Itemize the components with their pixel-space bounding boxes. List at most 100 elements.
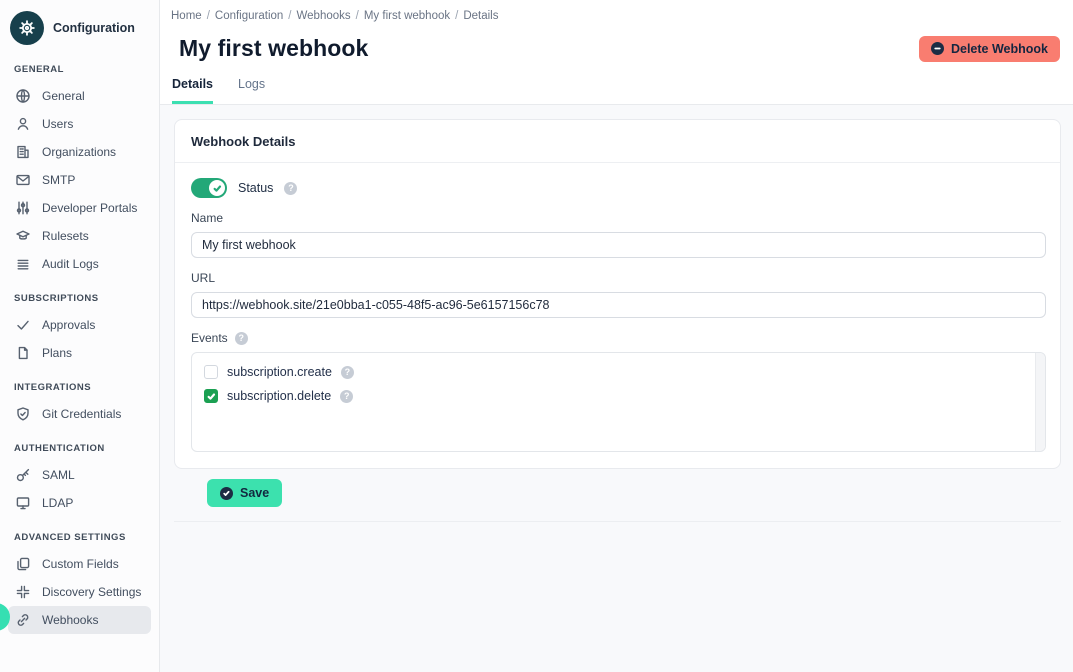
sidebar-item-rulesets[interactable]: Rulesets	[8, 222, 151, 250]
organizations-icon	[15, 144, 31, 160]
webhook-details-card: Webhook Details Status ? Name URL	[174, 119, 1061, 469]
breadcrumb-webhook-name[interactable]: My first webhook	[364, 10, 450, 22]
name-input[interactable]	[191, 232, 1046, 258]
status-toggle[interactable]	[191, 178, 227, 198]
discovery-settings-collapse-icon	[15, 584, 31, 600]
sidebar-item-discovery-settings[interactable]: Discovery Settings	[8, 578, 151, 606]
breadcrumb-separator: /	[455, 10, 458, 22]
breadcrumb-home[interactable]: Home	[171, 10, 202, 22]
sidebar-item-users[interactable]: Users	[8, 110, 151, 138]
sidebar-item-smtp[interactable]: SMTP	[8, 166, 151, 194]
form-footer: Save	[174, 469, 1061, 522]
delete-webhook-label: Delete Webhook	[951, 42, 1048, 56]
tab-content: Webhook Details Status ? Name URL	[160, 105, 1073, 522]
rulesets-icon	[15, 228, 31, 244]
ldap-monitor-icon	[15, 495, 31, 511]
status-row: Status ?	[191, 178, 1046, 198]
events-help-icon[interactable]: ?	[235, 332, 248, 345]
sidebar: Configuration GENERAL General Users Orga…	[0, 0, 160, 672]
breadcrumb-separator: /	[288, 10, 291, 22]
name-label-text: Name	[191, 211, 223, 225]
users-icon	[15, 116, 31, 132]
events-field-label: Events ?	[191, 331, 1046, 345]
toggle-knob	[209, 180, 225, 196]
breadcrumb-separator: /	[356, 10, 359, 22]
sidebar-item-label: Custom Fields	[42, 557, 119, 571]
events-label-text: Events	[191, 331, 228, 345]
sidebar-item-custom-fields[interactable]: Custom Fields	[8, 550, 151, 578]
event-option-row: subscription.delete ?	[192, 384, 1045, 408]
section-label-integrations: INTEGRATIONS	[14, 382, 145, 393]
breadcrumb-details: Details	[463, 10, 498, 22]
minus-circle-icon	[931, 42, 944, 55]
sidebar-item-label: LDAP	[42, 496, 73, 510]
section-label-subscriptions: SUBSCRIPTIONS	[14, 293, 145, 304]
subscription-delete-checkbox[interactable]	[204, 389, 218, 403]
event-option-label: subscription.delete	[227, 389, 331, 403]
subscription-create-checkbox[interactable]	[204, 365, 218, 379]
sidebar-item-general[interactable]: General	[8, 82, 151, 110]
save-button[interactable]: Save	[207, 479, 282, 507]
sidebar-item-git-credentials[interactable]: Git Credentials	[8, 400, 151, 428]
sidebar-item-label: SMTP	[42, 173, 75, 187]
event-option-row: subscription.create ?	[192, 360, 1045, 384]
event-option-label: subscription.create	[227, 365, 332, 379]
app-title: Configuration	[53, 21, 135, 35]
status-help-icon[interactable]: ?	[284, 182, 297, 195]
sidebar-item-label: Discovery Settings	[42, 585, 141, 599]
sidebar-item-label: Plans	[42, 346, 72, 360]
event-help-icon[interactable]: ?	[340, 390, 353, 403]
tab-logs[interactable]: Logs	[238, 77, 265, 104]
check-circle-icon	[220, 487, 233, 500]
sidebar-item-label: SAML	[42, 468, 75, 482]
breadcrumb-separator: /	[207, 10, 210, 22]
main-area: Home / Configuration / Webhooks / My fir…	[160, 0, 1073, 672]
smtp-mail-icon	[15, 172, 31, 188]
sidebar-item-developer-portals[interactable]: Developer Portals	[8, 194, 151, 222]
configuration-logo	[10, 11, 44, 45]
plans-icon	[15, 345, 31, 361]
sidebar-item-approvals[interactable]: Approvals	[8, 311, 151, 339]
approvals-check-icon	[15, 317, 31, 333]
developer-portals-sliders-icon	[15, 200, 31, 216]
sidebar-item-saml[interactable]: SAML	[8, 461, 151, 489]
sidebar-item-organizations[interactable]: Organizations	[8, 138, 151, 166]
card-title: Webhook Details	[175, 120, 1060, 163]
url-field-label: URL	[191, 271, 1046, 285]
sidebar-item-plans[interactable]: Plans	[8, 339, 151, 367]
section-label-authentication: AUTHENTICATION	[14, 443, 145, 454]
sidebar-header: Configuration	[0, 0, 159, 51]
section-label-general: GENERAL	[14, 64, 145, 75]
breadcrumb-webhooks[interactable]: Webhooks	[297, 10, 351, 22]
events-list: subscription.create ? subscription.delet…	[191, 352, 1046, 452]
sidebar-item-label: Audit Logs	[42, 257, 99, 271]
name-field-label: Name	[191, 211, 1046, 225]
saml-key-icon	[15, 467, 31, 483]
sidebar-item-ldap[interactable]: LDAP	[8, 489, 151, 517]
event-help-icon[interactable]: ?	[341, 366, 354, 379]
sidebar-item-label: Approvals	[42, 318, 95, 332]
status-label: Status	[238, 181, 273, 195]
delete-webhook-button[interactable]: Delete Webhook	[919, 36, 1060, 62]
sidebar-item-label: General	[42, 89, 85, 103]
sidebar-item-label: Webhooks	[42, 613, 98, 627]
audit-logs-icon	[15, 256, 31, 272]
webhooks-link-icon	[15, 612, 31, 628]
sidebar-item-label: Git Credentials	[42, 407, 121, 421]
tab-details[interactable]: Details	[172, 77, 213, 104]
tab-bar: Details Logs	[160, 62, 1073, 104]
url-input[interactable]	[191, 292, 1046, 318]
url-label-text: URL	[191, 271, 215, 285]
breadcrumb: Home / Configuration / Webhooks / My fir…	[160, 0, 1073, 22]
sidebar-item-label: Organizations	[42, 145, 116, 159]
breadcrumb-configuration[interactable]: Configuration	[215, 10, 283, 22]
globe-icon	[15, 88, 31, 104]
sidebar-item-label: Developer Portals	[42, 201, 137, 215]
custom-fields-icon	[15, 556, 31, 572]
sidebar-item-label: Users	[42, 117, 73, 131]
sidebar-item-webhooks[interactable]: Webhooks	[8, 606, 151, 634]
sidebar-item-audit-logs[interactable]: Audit Logs	[8, 250, 151, 278]
events-scrollbar[interactable]	[1035, 353, 1045, 451]
section-label-advanced-settings: ADVANCED SETTINGS	[14, 532, 145, 543]
sidebar-item-label: Rulesets	[42, 229, 89, 243]
